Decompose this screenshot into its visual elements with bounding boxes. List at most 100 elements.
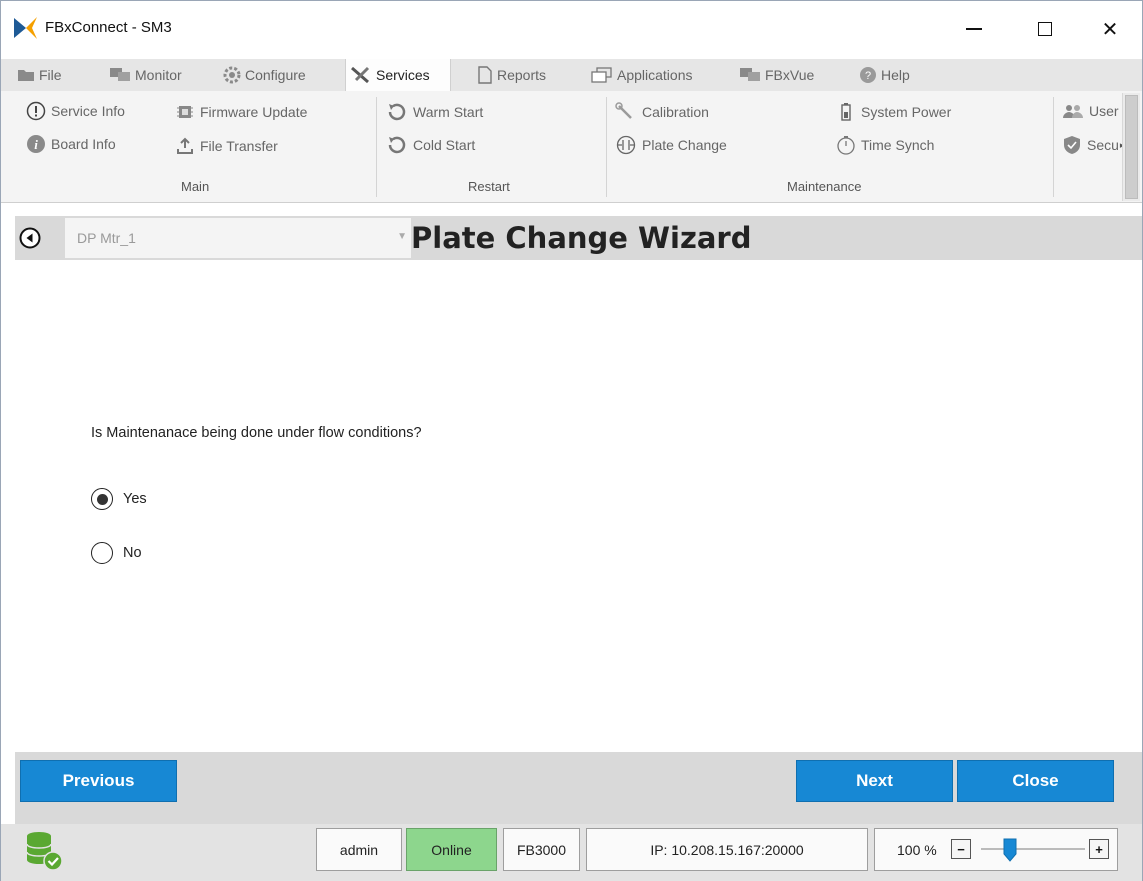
previous-button[interactable]: Previous [20, 760, 177, 802]
monitor-icon [739, 67, 761, 83]
gear-icon [223, 66, 241, 84]
menu-help[interactable]: ? Help [859, 59, 910, 91]
radio-yes-circle[interactable] [91, 488, 113, 510]
ribbon-security[interactable]: Secu ▸ [1062, 135, 1122, 155]
menu-applications-label: Applications [617, 67, 693, 83]
app-window: FBxConnect - SM3 ✕ File Monitor Configur… [0, 0, 1143, 881]
back-arrow-icon[interactable] [19, 227, 41, 249]
ribbon-user-label: User [1089, 103, 1119, 119]
chip-icon [175, 103, 195, 121]
next-button[interactable]: Next [796, 760, 953, 802]
status-ip-address: IP: 10.208.15.167:20000 [586, 828, 868, 871]
chevron-down-icon: ▼ [397, 231, 407, 242]
ribbon-service-info-label: Service Info [51, 103, 125, 119]
menu-services[interactable]: Services [345, 59, 451, 91]
radio-no-label: No [123, 545, 142, 561]
ribbon-firmware-update[interactable]: Firmware Update [175, 103, 307, 121]
ribbon-separator [606, 97, 607, 197]
menu-file[interactable]: File [17, 59, 62, 91]
users-icon [1062, 102, 1084, 120]
ribbon-cold-start[interactable]: Cold Start [386, 135, 475, 155]
wizard-header: DP Mtr_1 ▼ Plate Change Wizard [15, 216, 1142, 260]
minimize-icon [966, 28, 982, 30]
wizard-footer: Previous Next Close [15, 752, 1142, 824]
ribbon-warm-start[interactable]: Warm Start [386, 102, 483, 122]
window-title: FBxConnect - SM3 [45, 19, 172, 36]
svg-text:?: ? [865, 70, 871, 82]
ribbon-firmware-update-label: Firmware Update [200, 104, 308, 120]
title-bar: FBxConnect - SM3 ✕ [1, 1, 1142, 57]
ribbon-calibration[interactable]: Calibration [615, 102, 709, 122]
zoom-level: 100 % [897, 842, 937, 858]
status-user: admin [316, 828, 402, 871]
radio-no-circle[interactable] [91, 542, 113, 564]
menu-services-label: Services [376, 67, 430, 83]
menu-help-label: Help [881, 67, 910, 83]
close-button[interactable]: Close [957, 760, 1114, 802]
wizard-content: Is Maintenanace being done under flow co… [15, 260, 1142, 750]
ribbon-service-info[interactable]: Service Info [26, 101, 125, 121]
folder-icon [17, 68, 35, 82]
ribbon-scrollbar-thumb[interactable] [1125, 95, 1138, 199]
plate-icon [615, 135, 637, 155]
ribbon-time-synch[interactable]: Time Synch [836, 135, 934, 155]
page-title: Plate Change Wizard [411, 221, 752, 255]
ribbon-time-synch-label: Time Synch [861, 137, 935, 153]
status-connection-badge: Online [406, 828, 497, 871]
close-icon: ✕ [1101, 18, 1119, 41]
ribbon-file-transfer-label: File Transfer [200, 138, 278, 154]
status-device-type: FB3000 [503, 828, 580, 871]
ribbon-system-power-label: System Power [861, 104, 952, 120]
minimize-button[interactable] [945, 1, 1003, 57]
tools-icon [350, 66, 372, 84]
restart-icon [386, 135, 408, 155]
ribbon-board-info-label: Board Info [51, 136, 116, 152]
info-filled-icon: i [26, 134, 46, 154]
ribbon-board-info[interactable]: i Board Info [26, 134, 116, 154]
zoom-slider-thumb[interactable] [1003, 838, 1017, 862]
zoom-in-button[interactable]: + [1089, 839, 1109, 859]
windows-icon [591, 67, 613, 83]
ribbon-warm-start-label: Warm Start [413, 104, 484, 120]
fbxconnect-logo-icon [14, 17, 37, 39]
menu-applications[interactable]: Applications [591, 59, 693, 91]
radio-yes-label: Yes [123, 491, 147, 507]
radio-no[interactable]: No [91, 542, 142, 564]
ribbon-group-main-label: Main [181, 179, 210, 194]
zoom-slider-track[interactable] [981, 848, 1085, 850]
database-connected-icon [26, 832, 63, 871]
ribbon-user[interactable]: User [1062, 102, 1120, 120]
ribbon-group-maintenance-label: Maintenance [787, 179, 862, 194]
menu-monitor-label: Monitor [135, 67, 182, 83]
close-window-button[interactable]: ✕ [1081, 1, 1139, 57]
wizard-question: Is Maintenanace being done under flow co… [91, 425, 422, 441]
menu-fbxvue[interactable]: FBxVue [739, 59, 814, 91]
menu-configure[interactable]: Configure [223, 59, 306, 91]
ribbon-scrollbar[interactable] [1122, 93, 1140, 201]
info-circle-icon [26, 101, 46, 121]
radio-yes[interactable]: Yes [91, 488, 147, 510]
menu-monitor[interactable]: Monitor [109, 59, 182, 91]
zoom-out-button[interactable]: − [951, 839, 971, 859]
ribbon: Service Info i Board Info Firmware Updat… [1, 91, 1142, 203]
svg-text:i: i [34, 137, 38, 152]
menu-bar: File Monitor Configure Services Reports … [1, 59, 1142, 91]
menu-configure-label: Configure [245, 67, 306, 83]
ribbon-group-restart-label: Restart [468, 179, 510, 194]
menu-file-label: File [39, 67, 62, 83]
menu-reports-label: Reports [497, 67, 547, 83]
ribbon-cold-start-label: Cold Start [413, 137, 476, 153]
menu-reports[interactable]: Reports [477, 59, 546, 91]
ribbon-plate-change[interactable]: Plate Change [615, 135, 727, 155]
ribbon-plate-change-label: Plate Change [642, 137, 727, 153]
device-dropdown[interactable]: DP Mtr_1 ▼ [65, 218, 411, 258]
ribbon-security-label: Secu [1087, 137, 1119, 153]
ribbon-system-power[interactable]: System Power [836, 102, 951, 122]
upload-icon [175, 137, 195, 155]
wrench-icon [615, 102, 637, 122]
ribbon-file-transfer[interactable]: File Transfer [175, 137, 278, 155]
help-icon: ? [859, 66, 877, 84]
ribbon-separator [376, 97, 377, 197]
maximize-button[interactable] [1016, 1, 1074, 57]
radio-selected-dot [96, 493, 108, 505]
